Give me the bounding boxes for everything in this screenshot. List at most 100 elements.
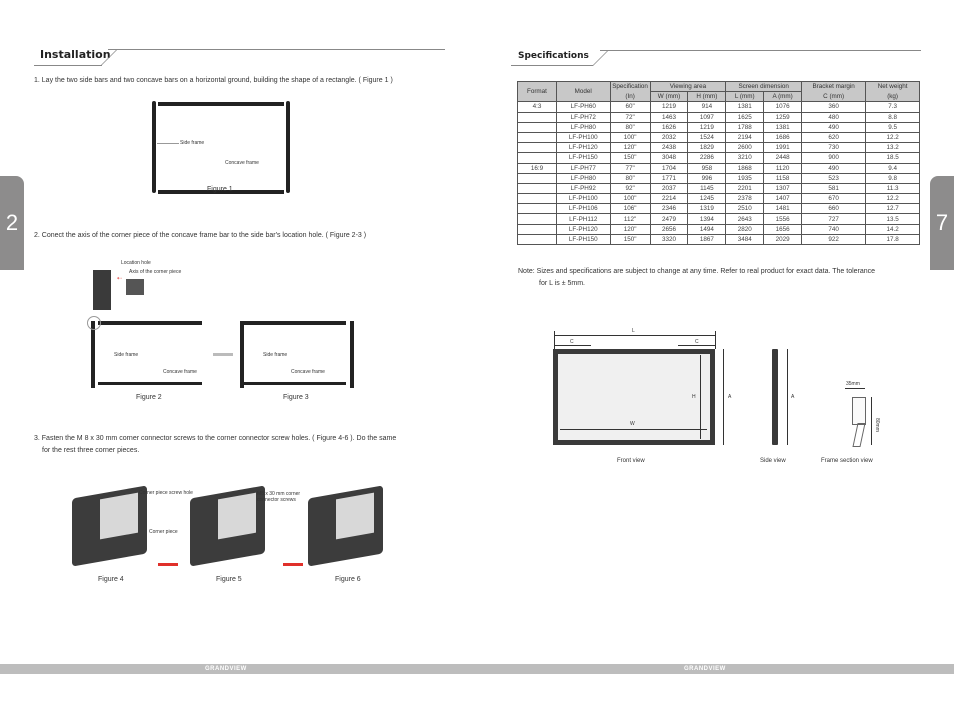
arrow-icon: [158, 563, 178, 566]
label-A: A: [791, 394, 795, 400]
table-cell: 120": [609, 142, 651, 154]
label-C-left: C: [570, 339, 574, 345]
label-L: L: [632, 328, 635, 334]
table-cell: 1381: [725, 101, 765, 113]
concave-frame-label: Concave frame: [225, 160, 259, 166]
table-cell: LF-PH77: [555, 162, 611, 174]
page-number-tab-right: 7: [930, 176, 954, 270]
corner-piece-label: Corner piece: [149, 529, 178, 535]
table-cell: 2378: [725, 193, 765, 205]
table-cell: 13.5: [865, 213, 920, 225]
table-cell: 2479: [649, 213, 689, 225]
table-cell: 1771: [649, 172, 689, 184]
table-cell: 2448: [763, 152, 803, 164]
location-hole-label: Location hole: [121, 260, 151, 266]
table-cell: 996: [687, 172, 727, 184]
table-cell: 1867: [687, 233, 727, 246]
table-cell: 12.7: [865, 203, 920, 215]
table-cell: 1463: [649, 111, 689, 123]
front-view-caption: Front view: [617, 458, 645, 464]
figure-2-caption: Figure 2: [136, 394, 162, 401]
header-spec-unit: (In): [609, 91, 651, 103]
step-1-text: 1. Lay the two side bars and two concave…: [34, 77, 393, 84]
table-cell: 1381: [763, 121, 803, 133]
table-cell: 3320: [649, 233, 689, 246]
label-80mm: 80mm: [874, 418, 880, 432]
table-cell: 523: [801, 172, 867, 184]
table-cell: 3210: [725, 152, 765, 164]
table-cell: 16:9: [517, 162, 557, 174]
table-cell: 1494: [687, 223, 727, 235]
page-number-tab-left: 2: [0, 176, 24, 270]
table-cell: 1935: [725, 172, 765, 184]
concave-frame-label: Concave frame: [163, 369, 197, 375]
table-cell: 14.2: [865, 223, 920, 235]
side-frame-label: Side frame: [263, 352, 288, 358]
table-cell: 2600: [725, 142, 765, 154]
table-cell: 1219: [687, 121, 727, 133]
side-frame: [772, 349, 778, 445]
table-cell: 1158: [763, 172, 803, 184]
table-cell: 11.3: [865, 182, 920, 195]
brand-logo-right: GRANDVIEW: [684, 666, 726, 672]
header-weight-unit: (kg): [865, 91, 920, 103]
table-cell: 1319: [687, 203, 727, 215]
table-cell: 1145: [687, 182, 727, 195]
header-h: H (mm): [687, 91, 727, 103]
table-cell: 730: [801, 142, 867, 154]
axis-image: [126, 279, 144, 295]
specifications-table: Format Model Specification Viewing area …: [517, 80, 920, 246]
title-rule: [108, 49, 445, 50]
header-screen-dimension: Screen dimension: [725, 80, 803, 93]
table-cell: 480: [801, 111, 867, 123]
table-cell: 1076: [763, 101, 803, 113]
table-cell: 2194: [725, 131, 765, 144]
table-cell: LF-PH150: [555, 233, 611, 246]
table-cell: [517, 131, 557, 144]
table-cell: 1481: [763, 203, 803, 215]
table-cell: [517, 233, 557, 246]
dim-line-L: [554, 335, 715, 336]
table-cell: 914: [687, 101, 727, 113]
table-cell: 60": [609, 101, 651, 113]
table-cell: 1407: [763, 193, 803, 205]
table-cell: 1991: [763, 142, 803, 154]
table-cell: 922: [801, 233, 867, 246]
table-cell: 7.3: [865, 101, 920, 113]
header-a: A (mm): [763, 91, 803, 103]
table-cell: 2029: [763, 233, 803, 246]
table-cell: [517, 121, 557, 133]
table-cell: 1394: [687, 213, 727, 225]
arrow-icon: [283, 563, 303, 566]
table-row: LF-PH100 100" 2214 1245 2378 1407 670 12.2: [517, 193, 920, 205]
table-cell: 1307: [763, 182, 803, 195]
table-row: LF-PH80 80" 1771 996 1935 1158 523 9.8: [517, 172, 920, 184]
label-W: W: [630, 421, 635, 427]
table-cell: 92": [609, 182, 651, 195]
table-cell: 4:3: [517, 101, 557, 113]
table-row: LF-PH80 80" 1626 1219 1788 1381 490 9.5: [517, 121, 920, 133]
table-row: LF-PH120 120" 2438 1829 2600 1991 730 13.2: [517, 142, 920, 154]
figure-6-caption: Figure 6: [335, 576, 361, 583]
table-cell: 2032: [649, 131, 689, 144]
table-cell: 1259: [763, 111, 803, 123]
table-cell: 17.8: [865, 233, 920, 246]
step-3-text-line1: 3. Fasten the M 8 x 30 mm corner connect…: [34, 435, 397, 442]
table-cell: 150": [609, 152, 651, 164]
screw-hole-label: Corner piece screw hole: [139, 490, 193, 496]
table-cell: 1625: [725, 111, 765, 123]
table-cell: 2201: [725, 182, 765, 195]
axis-label: Axis of the corner piece: [129, 269, 182, 275]
table-cell: LF-PH100: [555, 193, 611, 205]
table-row: LF-PH106 106" 2346 1319 2510 1481 660 12.7: [517, 203, 920, 215]
table-cell: 360: [801, 101, 867, 113]
table-cell: [517, 111, 557, 123]
table-cell: 12.2: [865, 131, 920, 144]
side-bar-right: [286, 101, 290, 193]
table-cell: 490: [801, 162, 867, 174]
figure-4-caption: Figure 4: [98, 576, 124, 583]
table-cell: 2643: [725, 213, 765, 225]
table-cell: 112": [609, 213, 651, 225]
table-cell: 727: [801, 213, 867, 225]
table-cell: 3484: [725, 233, 765, 246]
